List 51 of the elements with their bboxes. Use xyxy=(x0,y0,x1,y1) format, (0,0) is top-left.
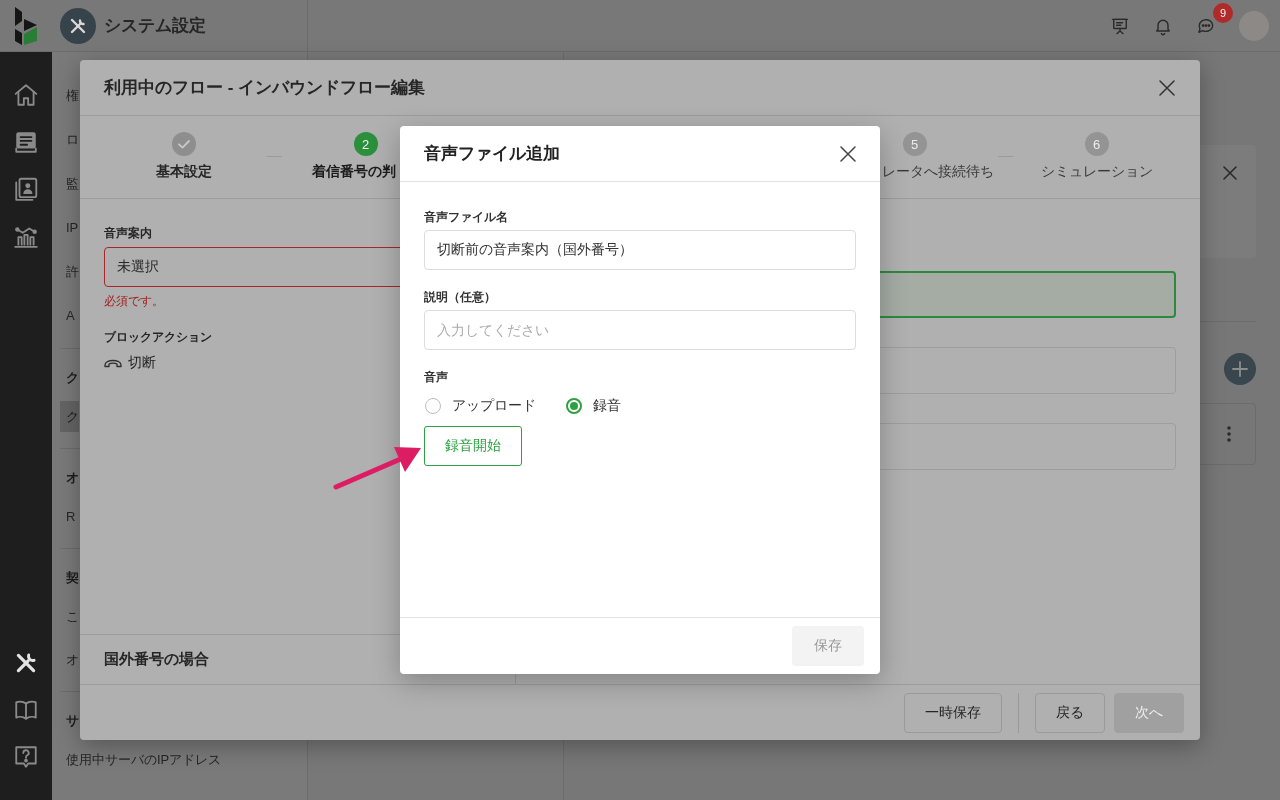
notification-badge: 9 xyxy=(1213,2,1233,23)
menu-item[interactable]: 使用中サーバのIPアドレス xyxy=(60,744,222,775)
board-icon[interactable] xyxy=(13,129,39,155)
step-label: 着信番号の判 xyxy=(312,162,396,181)
step-label: 基本設定 xyxy=(155,162,212,181)
save-draft-button[interactable]: 一時保存 xyxy=(904,692,1002,733)
phone-hangup-icon xyxy=(104,358,122,368)
menu-item[interactable]: A xyxy=(60,301,75,331)
menu-heading: ク xyxy=(66,369,79,387)
field-label: 音声 xyxy=(424,369,448,386)
step-number: 6 xyxy=(1084,132,1109,156)
menu-item[interactable]: 監 xyxy=(60,169,79,199)
step-label: シミュレーション xyxy=(1040,162,1153,181)
field-label: ブロックアクション xyxy=(104,329,212,345)
menu-item[interactable]: ロ xyxy=(60,125,79,155)
menu-item[interactable]: こ xyxy=(60,601,79,632)
app-title: システム設定 xyxy=(104,15,206,37)
record-button[interactable]: 録音開始 xyxy=(424,426,522,466)
error-message: 必須です。 xyxy=(104,293,164,309)
step-number: 5 xyxy=(902,132,927,156)
radio-label[interactable]: アップロード xyxy=(452,397,536,415)
close-icon[interactable] xyxy=(840,145,856,162)
menu-heading: サ xyxy=(66,712,79,730)
menu-heading: オ xyxy=(66,469,79,487)
menu-item[interactable]: ク xyxy=(60,401,79,432)
home-icon[interactable] xyxy=(13,82,39,108)
tools-icon xyxy=(60,7,96,44)
step-number: 2 xyxy=(353,132,378,156)
menu-item[interactable]: IP xyxy=(60,213,79,243)
radio-button[interactable] xyxy=(566,398,582,414)
menu-item[interactable]: オ xyxy=(60,644,79,675)
contact-card-icon[interactable] xyxy=(13,176,39,202)
add-button[interactable] xyxy=(1224,353,1256,385)
footer-button[interactable]: 戻る xyxy=(1035,692,1105,733)
step-label: レータへ接続待ち xyxy=(882,162,994,181)
field-label: 音声ファイル名 xyxy=(424,209,508,226)
menu-item[interactable]: 許 xyxy=(60,257,79,287)
input-field[interactable]: 切断前の音声案内（国外番号） xyxy=(424,230,856,270)
more-icon[interactable] xyxy=(1227,426,1231,442)
radio-label[interactable]: 録音 xyxy=(593,397,621,415)
field-label: 音声案内 xyxy=(104,225,152,241)
logo-icon[interactable] xyxy=(15,6,37,45)
help-icon[interactable] xyxy=(13,744,39,770)
dialog-title: 音声ファイル追加 xyxy=(424,143,560,165)
menu-item[interactable]: 権 xyxy=(60,81,79,111)
dialog-title: 利用中のフロー - インバウンドフロー編集 xyxy=(104,77,426,99)
close-icon[interactable] xyxy=(1159,79,1175,96)
menu-item[interactable]: R xyxy=(60,501,76,532)
action-text: 切断 xyxy=(128,354,156,372)
menu-heading: 契 xyxy=(66,569,79,587)
field-label: 説明（任意） xyxy=(424,289,496,306)
